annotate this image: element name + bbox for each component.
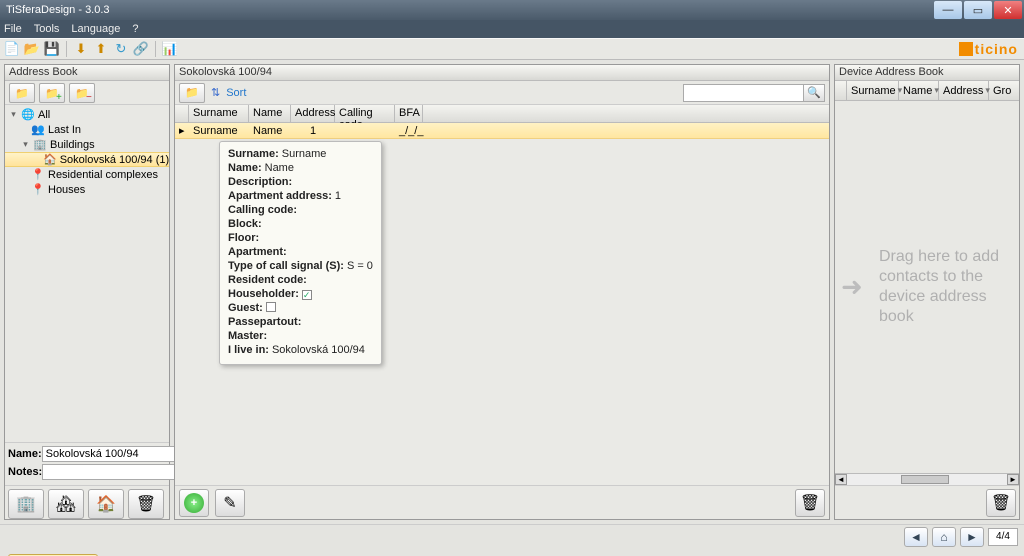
contacts-grid-header: Surname Name Address Calling code BFA [175,105,829,123]
tree-last-in[interactable]: 👥Last In [5,122,169,137]
search-input[interactable] [683,84,803,102]
separator [155,41,156,57]
contacts-title: Sokolovská 100/94 [175,65,829,81]
add-contact-button[interactable]: + [179,489,209,517]
chart-icon[interactable]: 📊 [162,41,178,57]
name-label: Name: [8,448,42,460]
tree-buildings[interactable]: ▾🏢Buildings [5,137,169,152]
new-icon[interactable]: 📄 [4,41,20,57]
tree-item-form: Name: Notes: [5,442,169,485]
edit-contact-button[interactable]: ✎ [215,489,245,517]
sync-icon[interactable]: ↻ [113,41,129,57]
householder-checkbox [302,290,312,300]
tree-selected-building[interactable]: 🏠Sokolovská 100/94 (1) [5,152,169,167]
home-button[interactable]: ⌂ [932,527,956,547]
scroll-thumb[interactable] [901,475,949,484]
remove-folder-button[interactable]: 📁− [69,83,95,103]
cell-name: Name [249,125,291,137]
col-calling-code[interactable]: Calling code [335,105,395,122]
device-hscrollbar[interactable]: ◄ ► [835,473,1019,485]
page-indicator: 4/4 [988,528,1018,546]
brand-logo: ticino [959,41,1018,57]
notes-input[interactable] [42,464,192,480]
row-marker: ▸ [175,124,189,137]
tree-root[interactable]: ▾🌐All [5,107,169,122]
add-building-button[interactable]: 🏢 [8,489,44,519]
delete-contact-button[interactable]: 🗑 [795,489,825,517]
device-col-gro[interactable]: Gro [989,81,1015,100]
device-col-name[interactable]: Name▾ [899,81,939,100]
menu-file[interactable]: File [4,23,22,35]
sort-icon[interactable]: ⇅ [211,86,220,99]
minimize-button[interactable]: — [934,1,962,19]
open-icon[interactable]: 📂 [24,41,40,57]
close-button[interactable]: ✕ [994,1,1022,19]
titlebar: TiSferaDesign - 3.0.3 — ▭ ✕ [0,0,1024,20]
contacts-panel: Sokolovská 100/94 📁 ⇅ Sort 🔍 Surname Nam… [174,64,830,520]
device-col-surname[interactable]: Surname▾ [847,81,899,100]
address-tree[interactable]: ▾🌐All 👥Last In ▾🏢Buildings 🏠Sokolovská 1… [5,105,169,442]
link-icon[interactable]: 🔗 [133,41,149,57]
device-col-address[interactable]: Address▾ [939,81,989,100]
tree-residential[interactable]: 📍Residential complexes [5,167,169,182]
upload-icon[interactable]: ⬆ [93,41,109,57]
col-address[interactable]: Address [291,105,335,122]
save-icon[interactable]: 💾 [44,41,60,57]
menubar: File Tools Language ? [0,20,1024,38]
folder-button[interactable]: 📁 [9,83,35,103]
menu-help[interactable]: ? [132,23,138,35]
main-toolbar: 📄 📂 💾 ⬇ ⬆ ↻ 🔗 📊 ticino [0,38,1024,60]
wizard-nav: ◄ ⌂ ► 4/4 [0,524,1024,548]
device-address-book-panel: Device Address Book Surname▾ Name▾ Addre… [834,64,1020,520]
search-button[interactable]: 🔍 [803,84,825,102]
delete-button[interactable]: 🗑 [128,489,164,519]
add-folder-button[interactable]: 📁+ [39,83,65,103]
prev-page-button[interactable]: ◄ [904,527,928,547]
drop-arrow-icon: ➜ [841,272,863,303]
cell-surname: Surname [189,125,249,137]
contacts-grid-body[interactable]: ▸ Surname Name 1 _/_/_ Surname:Surname N… [175,123,829,485]
workspace: Address Book 📁 📁+ 📁− ▾🌐All 👥Last In ▾🏢Bu… [0,60,1024,524]
address-book-panel: Address Book 📁 📁+ 📁− ▾🌐All 👥Last In ▾🏢Bu… [4,64,170,520]
guest-checkbox [266,302,276,312]
device-ab-title: Device Address Book [835,65,1019,81]
contact-detail-tooltip: Surname:Surname Name:Name Description: A… [219,141,382,365]
window-title: TiSferaDesign - 3.0.3 [6,4,934,16]
scroll-left-button[interactable]: ◄ [835,474,847,485]
download-icon[interactable]: ⬇ [73,41,89,57]
row-marker-header[interactable] [175,105,189,122]
col-surname[interactable]: Surname [189,105,249,122]
col-bfa[interactable]: BFA [395,105,423,122]
contacts-bottom-toolbar: + ✎ 🗑 [175,485,829,519]
add-complex-button[interactable]: 🏘 [48,489,84,519]
info-bar: Info and errors [0,552,1024,556]
next-page-button[interactable]: ► [960,527,984,547]
add-house-button[interactable]: 🏠 [88,489,124,519]
maximize-button[interactable]: ▭ [964,1,992,19]
col-name[interactable]: Name [249,105,291,122]
device-row-marker-header[interactable] [835,81,847,100]
menu-language[interactable]: Language [71,23,120,35]
device-drop-zone[interactable]: ➜ Drag here to add contacts to the devic… [835,101,1019,473]
separator [66,41,67,57]
contacts-folder-button[interactable]: 📁 [179,83,205,103]
cell-bfa: _/_/_ [395,125,423,137]
address-book-title: Address Book [5,65,169,81]
device-grid-header: Surname▾ Name▾ Address▾ Gro [835,81,1019,101]
contacts-toolbar: 📁 ⇅ Sort 🔍 [175,81,829,105]
name-input[interactable] [42,446,192,462]
table-row[interactable]: ▸ Surname Name 1 _/_/_ [175,123,829,139]
device-delete-button[interactable]: 🗑 [986,489,1016,517]
tree-houses[interactable]: 📍Houses [5,182,169,197]
drop-hint-text: Drag here to add contacts to the device … [879,247,1019,327]
sort-button[interactable]: Sort [226,87,246,99]
cell-address: 1 [291,125,335,137]
menu-tools[interactable]: Tools [34,23,60,35]
scroll-right-button[interactable]: ► [1007,474,1019,485]
notes-label: Notes: [8,466,42,478]
